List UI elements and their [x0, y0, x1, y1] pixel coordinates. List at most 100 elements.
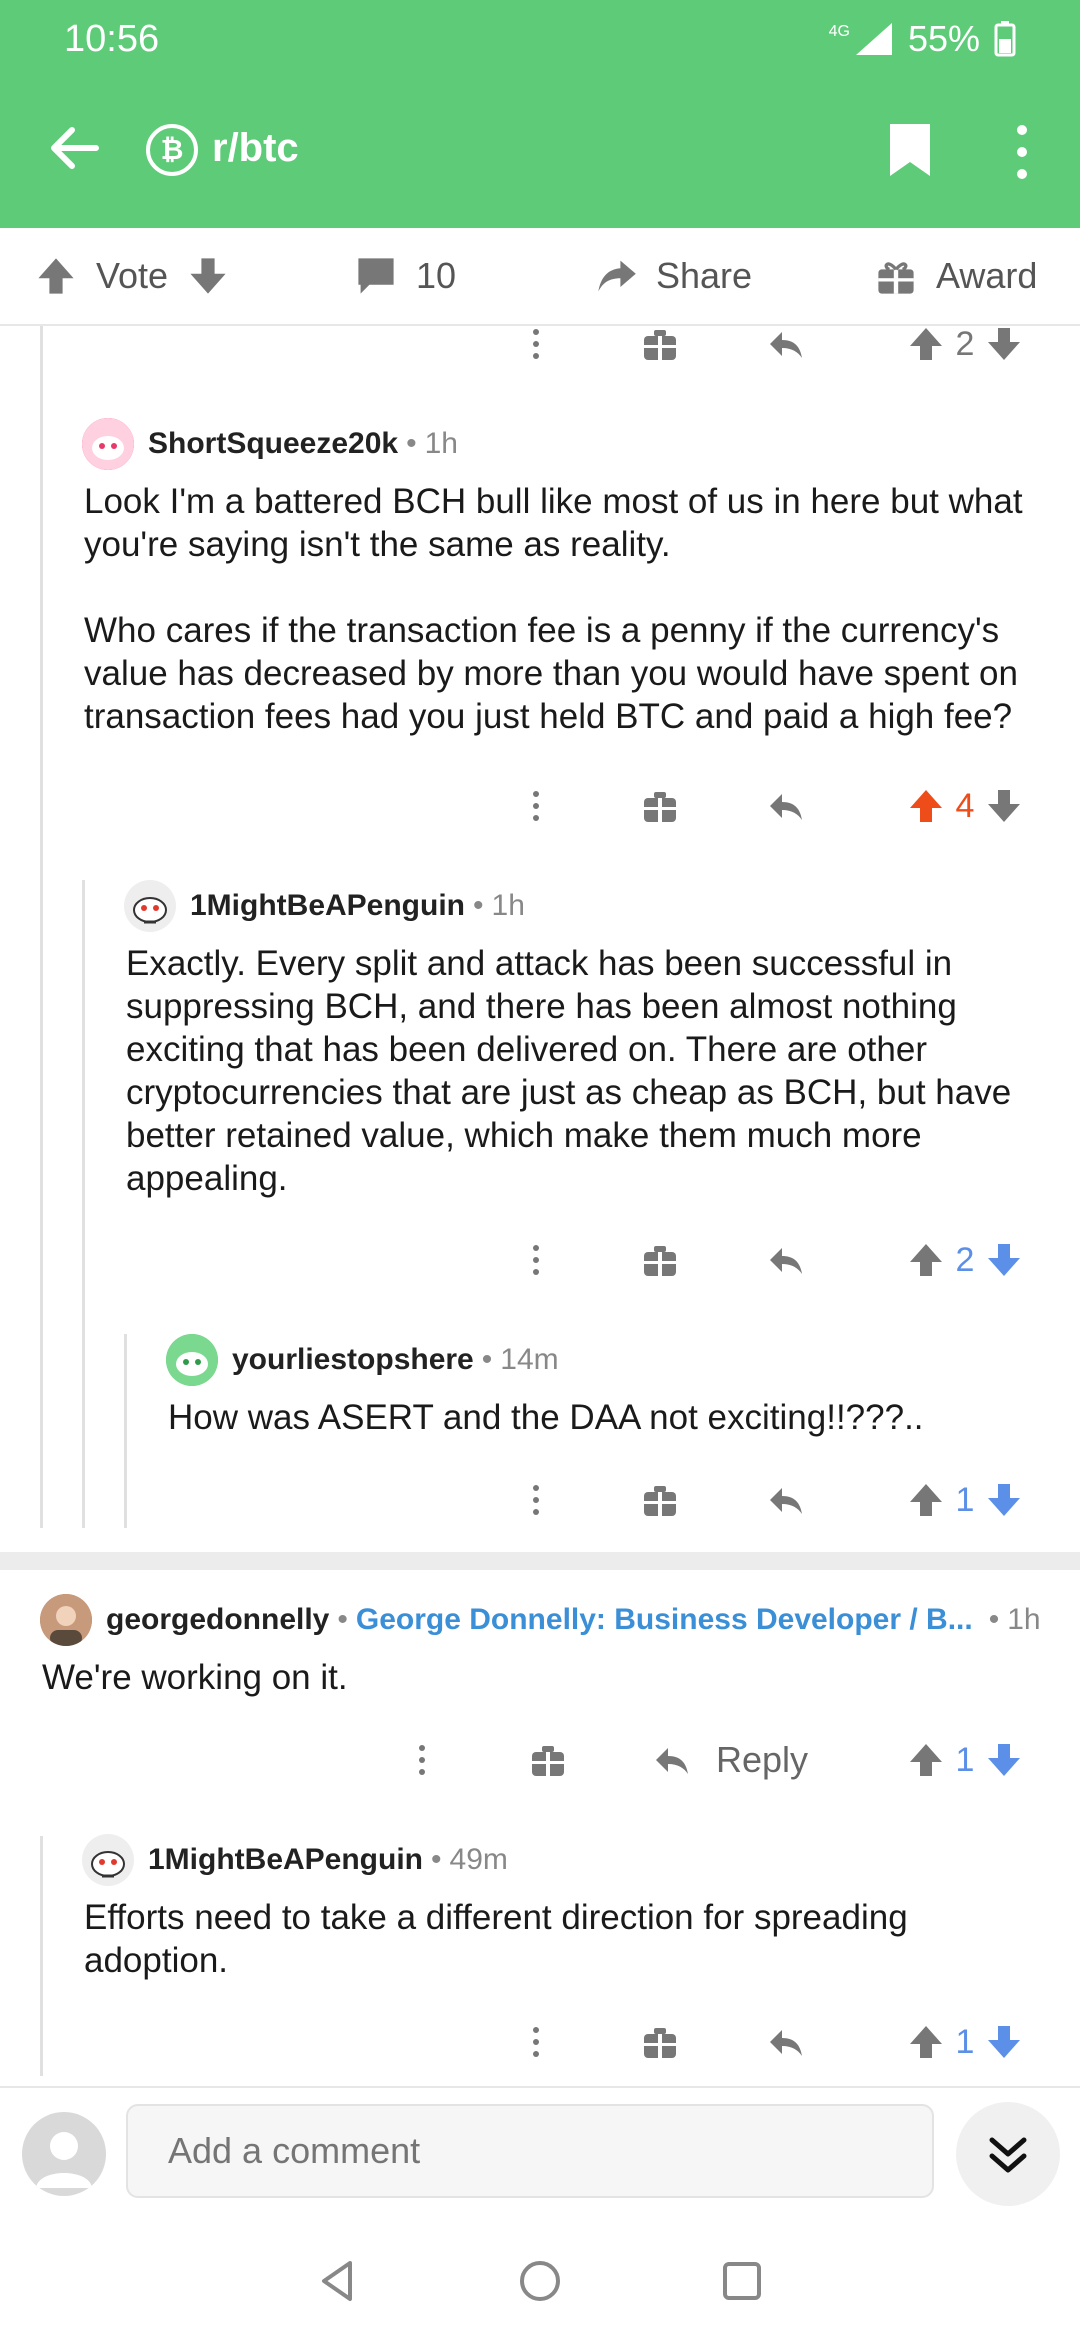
reply-icon: [770, 794, 802, 820]
award-comment-button[interactable]: [640, 2014, 680, 2070]
vote-group: 2: [890, 1232, 1040, 1288]
reply-button[interactable]: [766, 1232, 806, 1288]
avatar[interactable]: [82, 1834, 134, 1886]
downvote-icon[interactable]: [984, 1480, 1024, 1520]
app-bar: ₿ r/btc: [0, 80, 1080, 228]
upvote-icon[interactable]: [906, 1740, 946, 1780]
more-vertical-icon: [533, 1485, 539, 1515]
upvote-icon[interactable]: [34, 254, 78, 298]
more-options-button[interactable]: [516, 1472, 556, 1528]
reply-label: Reply: [716, 1739, 809, 1780]
more-options-button[interactable]: [402, 1732, 442, 1788]
vote-group: 4: [890, 778, 1040, 834]
award-comment-button[interactable]: [640, 316, 680, 372]
vote-group: Vote: [34, 254, 230, 298]
user-avatar[interactable]: [22, 2112, 106, 2196]
more-vertical-icon: [419, 1745, 425, 1775]
upvote-icon[interactable]: [906, 324, 946, 364]
bitcoin-icon[interactable]: ₿: [146, 124, 198, 176]
snoo-avatar-icon: [166, 1334, 218, 1386]
comment-author[interactable]: 1MightBeAPenguin: [190, 889, 465, 923]
avatar[interactable]: [82, 418, 134, 470]
vote-label: Vote: [96, 255, 169, 296]
nav-recents-icon[interactable]: [716, 2255, 768, 2307]
separator-dot: •: [337, 1603, 348, 1636]
more-vertical-icon[interactable]: [1010, 122, 1034, 182]
comment-body: Look I'm a battered BCH bull like most o…: [84, 482, 1023, 736]
subreddit-title[interactable]: r/btc: [212, 126, 299, 171]
bookmark-icon[interactable]: [888, 122, 932, 178]
more-options-button[interactable]: [516, 316, 556, 372]
downvote-icon[interactable]: [984, 2022, 1024, 2062]
reply-icon: [770, 332, 802, 358]
comment-header: 1MightBeAPenguin • 1h: [124, 880, 525, 932]
status-bar: 10:56 4G 55%: [0, 0, 1080, 80]
collapse-comments-button[interactable]: [956, 2102, 1060, 2206]
reply-button[interactable]: [766, 316, 806, 372]
avatar[interactable]: [40, 1594, 92, 1646]
share-button[interactable]: Share: [594, 254, 752, 298]
more-vertical-icon: [533, 329, 539, 359]
comment-actions: 1: [0, 2014, 1080, 2070]
gift-icon: [532, 1746, 564, 1776]
separator-dot: •: [988, 1603, 1000, 1636]
comment-author[interactable]: 1MightBeAPenguin: [148, 1843, 423, 1877]
vote-group: 2: [890, 316, 1040, 372]
more-vertical-icon: [533, 1245, 539, 1275]
upvote-icon[interactable]: [906, 2022, 946, 2062]
comment-score: 1: [955, 1740, 975, 1779]
comment-header: yourliestopshere • 14m: [166, 1334, 559, 1386]
comment-time: 1h: [424, 427, 458, 460]
award-comment-button[interactable]: [640, 1232, 680, 1288]
gift-icon: [644, 2028, 676, 2058]
award-comment-button[interactable]: [528, 1732, 568, 1788]
add-comment-input[interactable]: [126, 2104, 934, 2198]
avatar[interactable]: [166, 1334, 218, 1386]
comment-body: Efforts need to take a different directi…: [84, 1898, 918, 1980]
comment-body: How was ASERT and the DAA not exciting!!…: [168, 1398, 924, 1437]
system-nav-bar: [0, 2222, 1080, 2340]
reply-button[interactable]: [766, 2014, 806, 2070]
avatar[interactable]: [124, 880, 176, 932]
upvote-icon[interactable]: [906, 786, 946, 826]
downvote-icon[interactable]: [984, 786, 1024, 826]
separator-dot: •: [431, 1843, 442, 1876]
upvote-icon[interactable]: [906, 1480, 946, 1520]
reply-button[interactable]: [766, 1472, 806, 1528]
comment-score: 2: [955, 1240, 975, 1279]
nav-back-icon[interactable]: [312, 2255, 364, 2307]
award-comment-button[interactable]: [640, 778, 680, 834]
post-action-bar: Vote 10 Share Award: [0, 228, 1080, 326]
back-arrow-icon[interactable]: [46, 120, 102, 176]
reply-button[interactable]: [766, 778, 806, 834]
separator-dot: •: [473, 889, 484, 922]
award-button[interactable]: Award: [874, 254, 1037, 298]
comment-author[interactable]: georgedonnelly: [106, 1603, 329, 1637]
reply-icon: [770, 1488, 802, 1514]
upvote-icon[interactable]: [906, 1240, 946, 1280]
comment-time: 49m: [449, 1843, 508, 1876]
thread-line: [40, 326, 43, 1528]
comments-button[interactable]: 10: [354, 254, 456, 298]
network-label: 4G: [828, 23, 850, 40]
user-flair: George Donnelly: Business Developer / B.…: [355, 1603, 973, 1636]
more-options-button[interactable]: [516, 778, 556, 834]
reply-button[interactable]: Reply: [652, 1732, 822, 1788]
comment-author[interactable]: ShortSqueeze20k: [148, 427, 398, 461]
more-options-button[interactable]: [516, 2014, 556, 2070]
comment-time: 1h: [1007, 1603, 1041, 1636]
gift-icon: [644, 1486, 676, 1516]
downvote-icon[interactable]: [984, 1740, 1024, 1780]
more-options-button[interactable]: [516, 1232, 556, 1288]
nav-home-icon[interactable]: [514, 2255, 566, 2307]
downvote-icon[interactable]: [984, 324, 1024, 364]
user-photo-icon: [40, 1594, 92, 1646]
vote-group: 1: [890, 1732, 1040, 1788]
separator-dot: •: [406, 427, 417, 460]
comment-header: ShortSqueeze20k • 1h: [82, 418, 458, 470]
downvote-icon[interactable]: [984, 1240, 1024, 1280]
default-avatar-icon: [36, 2132, 92, 2188]
award-comment-button[interactable]: [640, 1472, 680, 1528]
comment-author[interactable]: yourliestopshere: [232, 1343, 474, 1377]
downvote-icon[interactable]: [186, 254, 230, 298]
